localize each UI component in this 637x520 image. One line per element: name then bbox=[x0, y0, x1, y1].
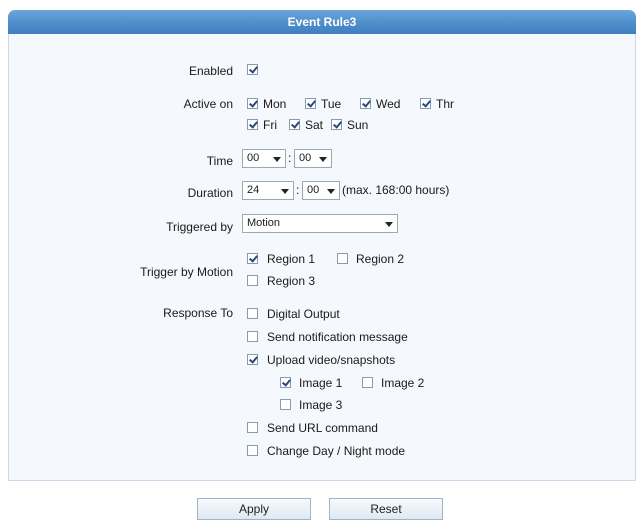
image-2-checkbox[interactable] bbox=[362, 377, 373, 388]
day-night-checkbox[interactable] bbox=[247, 445, 258, 456]
time-minute-select[interactable]: 00 bbox=[294, 149, 332, 168]
apply-button[interactable]: Apply bbox=[197, 498, 311, 520]
duration-label: Duration bbox=[187, 186, 233, 200]
duration-hour-select[interactable]: 24 bbox=[242, 181, 294, 200]
image-1-label: Image 1 bbox=[299, 376, 343, 390]
region-2-label: Region 2 bbox=[356, 252, 405, 266]
digital-output-checkbox[interactable] bbox=[247, 308, 258, 319]
url-command-label: Send URL command bbox=[267, 421, 378, 435]
chevron-down-icon bbox=[385, 222, 393, 227]
chevron-down-icon bbox=[281, 189, 289, 194]
day-label-fri: Fri bbox=[263, 118, 277, 132]
time-minute-value: 00 bbox=[299, 152, 312, 164]
day-label-mon: Mon bbox=[263, 97, 287, 111]
day-checkbox-sat[interactable] bbox=[289, 119, 300, 130]
active-on-label: Active on bbox=[183, 97, 233, 111]
region-2-checkbox[interactable] bbox=[337, 253, 348, 264]
region-3-checkbox[interactable] bbox=[247, 275, 258, 286]
upload-checkbox[interactable] bbox=[247, 354, 258, 365]
trigger-by-motion-label: Trigger by Motion bbox=[140, 265, 233, 279]
day-label-sun: Sun bbox=[347, 118, 369, 132]
time-hour-select[interactable]: 00 bbox=[242, 149, 286, 168]
region-1-label: Region 1 bbox=[267, 252, 316, 266]
chevron-down-icon bbox=[273, 157, 281, 162]
day-checkbox-mon[interactable] bbox=[247, 98, 258, 109]
enabled-checkbox[interactable] bbox=[247, 64, 258, 75]
day-checkbox-tue[interactable] bbox=[305, 98, 316, 109]
reset-button[interactable]: Reset bbox=[329, 498, 443, 520]
image-1-checkbox[interactable] bbox=[280, 377, 291, 388]
image-2-label: Image 2 bbox=[381, 376, 425, 390]
day-checkbox-sun[interactable] bbox=[331, 119, 342, 130]
region-3-label: Region 3 bbox=[267, 274, 316, 288]
image-3-label: Image 3 bbox=[299, 398, 343, 412]
duration-minute-select[interactable]: 00 bbox=[302, 181, 340, 200]
notification-label: Send notification message bbox=[267, 330, 408, 344]
day-checkbox-thr[interactable] bbox=[420, 98, 431, 109]
duration-minute-value: 00 bbox=[307, 184, 320, 196]
day-label-wed: Wed bbox=[376, 97, 401, 111]
time-colon: : bbox=[288, 151, 292, 165]
panel-title: Event Rule3 bbox=[8, 10, 636, 34]
panel-body: Enabled Active on Mon Tue Wed Thr Fri Sa… bbox=[8, 34, 636, 481]
region-1-checkbox[interactable] bbox=[247, 253, 258, 264]
event-rule-panel: Event Rule3 Enabled Active on Mon Tue We… bbox=[8, 10, 636, 482]
chevron-down-icon bbox=[319, 157, 327, 162]
day-checkbox-wed[interactable] bbox=[360, 98, 371, 109]
triggered-by-label: Triggered by bbox=[166, 220, 233, 234]
triggered-by-value: Motion bbox=[247, 217, 281, 229]
notification-checkbox[interactable] bbox=[247, 331, 258, 342]
response-to-label: Response To bbox=[163, 306, 233, 320]
triggered-by-select[interactable]: Motion bbox=[242, 214, 398, 233]
day-label-sat: Sat bbox=[305, 118, 324, 132]
image-3-checkbox[interactable] bbox=[280, 399, 291, 410]
chevron-down-icon bbox=[327, 189, 335, 194]
day-checkbox-fri[interactable] bbox=[247, 119, 258, 130]
time-label: Time bbox=[206, 154, 233, 168]
digital-output-label: Digital Output bbox=[267, 307, 340, 321]
duration-colon: : bbox=[296, 183, 300, 197]
duration-hour-value: 24 bbox=[247, 184, 260, 196]
upload-label: Upload video/snapshots bbox=[267, 353, 396, 367]
day-label-tue: Tue bbox=[321, 97, 342, 111]
day-label-thr: Thr bbox=[436, 97, 454, 111]
url-command-checkbox[interactable] bbox=[247, 422, 258, 433]
duration-hint: (max. 168:00 hours) bbox=[342, 183, 450, 197]
enabled-label: Enabled bbox=[188, 64, 233, 78]
day-night-label: Change Day / Night mode bbox=[267, 444, 406, 458]
time-hour-value: 00 bbox=[247, 152, 260, 164]
